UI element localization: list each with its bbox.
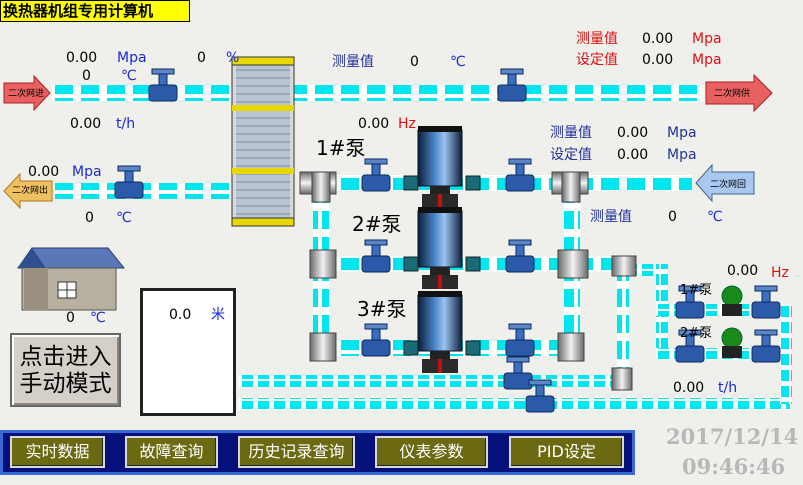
instrument-params-button[interactable]: 仪表参数 <box>375 436 488 468</box>
clock-date: 2017/12/14 <box>666 424 799 449</box>
tank-level-unit: 米 <box>211 307 225 323</box>
return-measured-value: 0 <box>668 209 677 225</box>
room-temp-value: 0 <box>66 310 75 326</box>
return-temp-value: 0 <box>85 210 94 226</box>
pump-frequency-value: 0.00 <box>358 116 390 132</box>
manual-mode-button[interactable]: 点击进入 手动模式 <box>10 333 121 407</box>
return-measured-label: 测量值 <box>590 209 632 225</box>
realtime-data-button[interactable]: 实时数据 <box>10 436 105 468</box>
makeup-frequency-value: 0.00 <box>727 263 759 279</box>
primary-pressure-unit: Mpa <box>117 50 147 66</box>
supply-right-measured-value: 0.00 <box>642 31 674 47</box>
pump-frequency-unit: Hz <box>398 116 416 132</box>
pid-settings-button[interactable]: PID设定 <box>509 436 624 468</box>
makeup-pump1-label: 1#泵 <box>680 283 713 298</box>
supply-measured-label: 测量值 <box>332 54 374 70</box>
pump1-label: 1#泵 <box>316 136 366 160</box>
return-pressure-unit: Mpa <box>72 164 102 180</box>
tank-level-value: 0.0 <box>169 307 192 323</box>
primary-temp-value: 0 <box>82 68 91 84</box>
supply-measured-unit: ℃ <box>450 54 466 70</box>
secondary-supply-label: 二次网供 <box>714 89 751 99</box>
return-pressure-value: 0.00 <box>28 164 60 180</box>
pump2-label: 2#泵 <box>352 212 402 236</box>
makeup-pump2-label: 2#泵 <box>680 326 713 341</box>
pump-measured-unit: Mpa <box>667 125 697 141</box>
secondary-in-label: 二次网进 <box>8 89 45 99</box>
primary-flow-value: 0.00 <box>70 116 102 132</box>
tank-level-box: 0.0 米 <box>140 288 236 416</box>
return-temp-unit: ℃ <box>116 210 132 226</box>
supply-right-measured-label: 测量值 <box>576 31 618 47</box>
supply-measured-value: 0 <box>410 54 419 70</box>
manual-mode-line2: 手动模式 <box>19 371 112 397</box>
primary-percent-unit: % <box>226 50 240 66</box>
supply-right-set-unit: Mpa <box>692 52 722 68</box>
supply-right-set-label: 设定值 <box>576 52 618 68</box>
pump3-label: 3#泵 <box>357 297 407 321</box>
primary-percent-value: 0 <box>197 50 206 66</box>
pump-set-unit: Mpa <box>667 147 697 163</box>
supply-right-measured-unit: Mpa <box>692 31 722 47</box>
pump-set-value: 0.00 <box>617 147 649 163</box>
clock-time: 09:46:46 <box>682 454 786 479</box>
pump-measured-value: 0.00 <box>617 125 649 141</box>
history-query-button[interactable]: 历史记录查询 <box>238 436 355 468</box>
secondary-out-label: 二次网出 <box>12 186 49 196</box>
primary-temp-unit: ℃ <box>121 68 137 84</box>
primary-flow-unit: t/h <box>116 116 136 132</box>
fault-query-button[interactable]: 故障查询 <box>125 436 218 468</box>
makeup-frequency-unit: Hz <box>771 265 789 281</box>
secondary-return-label: 二次网回 <box>710 180 747 190</box>
makeup-flow-unit: t/h <box>718 380 738 396</box>
manual-mode-line1: 点击进入 <box>19 344 112 370</box>
primary-pressure-value: 0.00 <box>66 50 98 66</box>
supply-right-set-value: 0.00 <box>642 52 674 68</box>
makeup-flow-value: 0.00 <box>673 380 705 396</box>
pump-measured-label: 测量值 <box>550 125 592 141</box>
room-temp-unit: ℃ <box>90 310 106 326</box>
pump-set-label: 设定值 <box>550 147 592 163</box>
return-measured-unit: ℃ <box>707 209 723 225</box>
